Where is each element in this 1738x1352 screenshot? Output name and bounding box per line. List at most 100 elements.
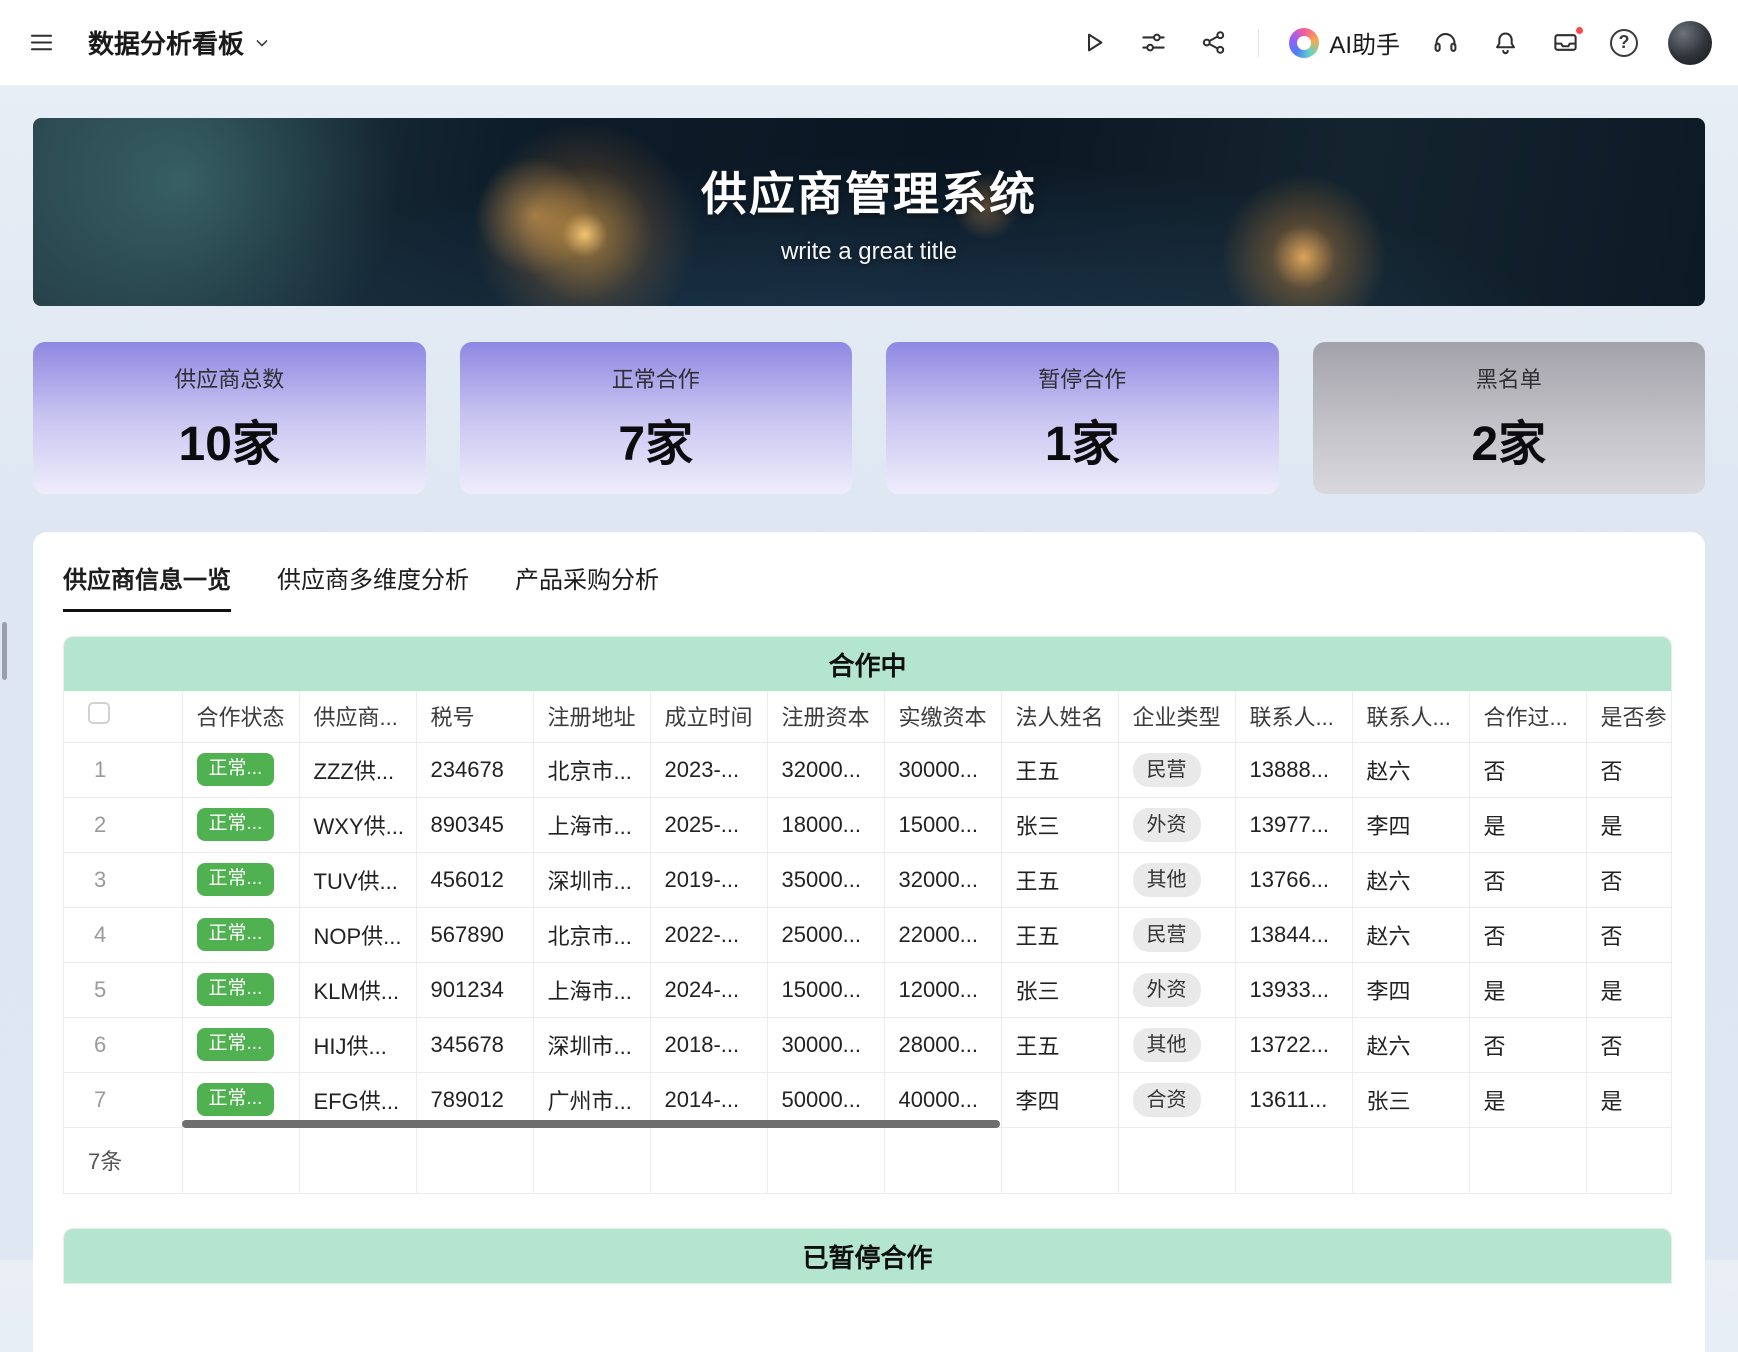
- table-cell: 正常...: [182, 797, 299, 852]
- inbox-button[interactable]: [1550, 28, 1580, 58]
- hamburger-menu-button[interactable]: [26, 28, 56, 58]
- ai-logo-icon: [1289, 28, 1319, 58]
- tab-procurement-analysis[interactable]: 产品采购分析: [515, 560, 659, 612]
- table-cell: 否: [1586, 852, 1672, 907]
- company-type-badge: 其他: [1133, 863, 1201, 897]
- table-cell: 民营: [1118, 907, 1235, 962]
- column-header[interactable]: 税号: [416, 691, 533, 742]
- table-row[interactable]: 7正常...EFG供...789012广州市...2014-...50000..…: [64, 1072, 1672, 1127]
- table-cell: 北京市...: [533, 742, 650, 797]
- table-cell: 是: [1586, 962, 1672, 1017]
- stat-card-paused-cooperation[interactable]: 暂停合作 1家: [886, 342, 1279, 494]
- table-cell: 正常...: [182, 1017, 299, 1072]
- table-cell: 901234: [416, 962, 533, 1017]
- column-header[interactable]: 法人姓名: [1001, 691, 1118, 742]
- column-header[interactable]: 合作状态: [182, 691, 299, 742]
- sliders-icon: [1140, 29, 1167, 56]
- footer-cell: [1352, 1127, 1469, 1193]
- stat-card-total-suppliers[interactable]: 供应商总数 10家: [33, 342, 426, 494]
- table-cell: 2025-...: [650, 797, 767, 852]
- horizontal-scrollbar[interactable]: [182, 1120, 1000, 1128]
- table-cell: 否: [1469, 907, 1586, 962]
- row-index: 2: [64, 797, 182, 852]
- company-type-badge: 民营: [1133, 918, 1201, 952]
- column-header[interactable]: 合作过...: [1469, 691, 1586, 742]
- help-button[interactable]: ?: [1610, 29, 1638, 57]
- table-cell: 345678: [416, 1017, 533, 1072]
- column-header[interactable]: 是否参: [1586, 691, 1672, 742]
- ai-assistant-button[interactable]: AI助手: [1289, 25, 1400, 60]
- table-cell: 深圳市...: [533, 852, 650, 907]
- settings-sliders-button[interactable]: [1138, 28, 1168, 58]
- share-button[interactable]: [1198, 28, 1228, 58]
- table-cell: 234678: [416, 742, 533, 797]
- table-cell: 25000...: [767, 907, 884, 962]
- footer-cell: [1001, 1127, 1118, 1193]
- column-header[interactable]: 实缴资本: [884, 691, 1001, 742]
- table-cell: HIJ供...: [299, 1017, 416, 1072]
- share-icon: [1200, 29, 1227, 56]
- footer-cell: [299, 1127, 416, 1193]
- stat-value: 2家: [1471, 404, 1546, 474]
- run-button[interactable]: [1078, 28, 1108, 58]
- footer-cell: [1118, 1127, 1235, 1193]
- table-cell: 李四: [1001, 1072, 1118, 1127]
- tab-supplier-info[interactable]: 供应商信息一览: [63, 560, 231, 612]
- stat-value: 10家: [179, 404, 280, 474]
- column-header[interactable]: 供应商...: [299, 691, 416, 742]
- select-all-cell: [64, 691, 182, 742]
- table-cell: 2014-...: [650, 1072, 767, 1127]
- table-cell: 2024-...: [650, 962, 767, 1017]
- table-row[interactable]: 2正常...WXY供...890345上海市...2025-...18000..…: [64, 797, 1672, 852]
- dashboard-title-dropdown[interactable]: 数据分析看板: [88, 24, 272, 61]
- company-type-badge: 合资: [1133, 1083, 1201, 1117]
- table-row[interactable]: 1正常...ZZZ供...234678北京市...2023-...32000..…: [64, 742, 1672, 797]
- table-cell: 15000...: [884, 797, 1001, 852]
- table-cell: 上海市...: [533, 797, 650, 852]
- table-cell: 是: [1469, 797, 1586, 852]
- table-cell: 32000...: [884, 852, 1001, 907]
- table-row[interactable]: 6正常...HIJ供...345678深圳市...2018-...30000..…: [64, 1017, 1672, 1072]
- column-header[interactable]: 注册地址: [533, 691, 650, 742]
- table-cell: 12000...: [884, 962, 1001, 1017]
- table-cell: 正常...: [182, 852, 299, 907]
- column-header[interactable]: 成立时间: [650, 691, 767, 742]
- table-row[interactable]: 5正常...KLM供...901234上海市...2024-...15000..…: [64, 962, 1672, 1017]
- table-cell: 其他: [1118, 1017, 1235, 1072]
- column-header[interactable]: 联系人...: [1235, 691, 1352, 742]
- stat-cards-row: 供应商总数 10家 正常合作 7家 暂停合作 1家 黑名单 2家: [33, 342, 1705, 494]
- select-all-checkbox[interactable]: [88, 702, 110, 724]
- cooperating-table-card: 合作中 合作状态供应商...税号注册地址成立时间注册资本实缴资本法人姓名企业类型…: [63, 636, 1672, 1194]
- column-header[interactable]: 注册资本: [767, 691, 884, 742]
- table-cell: 35000...: [767, 852, 884, 907]
- page-scrollbar-thumb[interactable]: [2, 622, 7, 680]
- hero-subtitle: write a great title: [781, 238, 957, 266]
- ai-assistant-label: AI助手: [1329, 25, 1400, 60]
- table-cell: 13844...: [1235, 907, 1352, 962]
- table-cell: TUV供...: [299, 852, 416, 907]
- chevron-down-icon: [252, 33, 272, 53]
- table-row[interactable]: 3正常...TUV供...456012深圳市...2019-...35000..…: [64, 852, 1672, 907]
- support-button[interactable]: [1430, 28, 1460, 58]
- cooperating-table-body: 1正常...ZZZ供...234678北京市...2023-...32000..…: [64, 742, 1672, 1127]
- table-cell: 13888...: [1235, 742, 1352, 797]
- table-cell: EFG供...: [299, 1072, 416, 1127]
- table-cell: 15000...: [767, 962, 884, 1017]
- table-cell: 正常...: [182, 742, 299, 797]
- footer-cell: [767, 1127, 884, 1193]
- table-cell: 13977...: [1235, 797, 1352, 852]
- table-row[interactable]: 4正常...NOP供...567890北京市...2022-...25000..…: [64, 907, 1672, 962]
- table-cell: 18000...: [767, 797, 884, 852]
- column-header[interactable]: 企业类型: [1118, 691, 1235, 742]
- column-header[interactable]: 联系人...: [1352, 691, 1469, 742]
- notifications-button[interactable]: [1490, 28, 1520, 58]
- user-avatar[interactable]: [1668, 21, 1712, 65]
- row-index: 5: [64, 962, 182, 1017]
- cooperating-group-header: 合作中: [64, 637, 1671, 691]
- table-cell: 890345: [416, 797, 533, 852]
- tab-supplier-analysis[interactable]: 供应商多维度分析: [277, 560, 469, 612]
- stat-card-blacklist[interactable]: 黑名单 2家: [1313, 342, 1706, 494]
- row-index: 1: [64, 742, 182, 797]
- stat-card-normal-cooperation[interactable]: 正常合作 7家: [460, 342, 853, 494]
- main-content: 供应商管理系统 write a great title 供应商总数 10家 正常…: [0, 86, 1738, 1352]
